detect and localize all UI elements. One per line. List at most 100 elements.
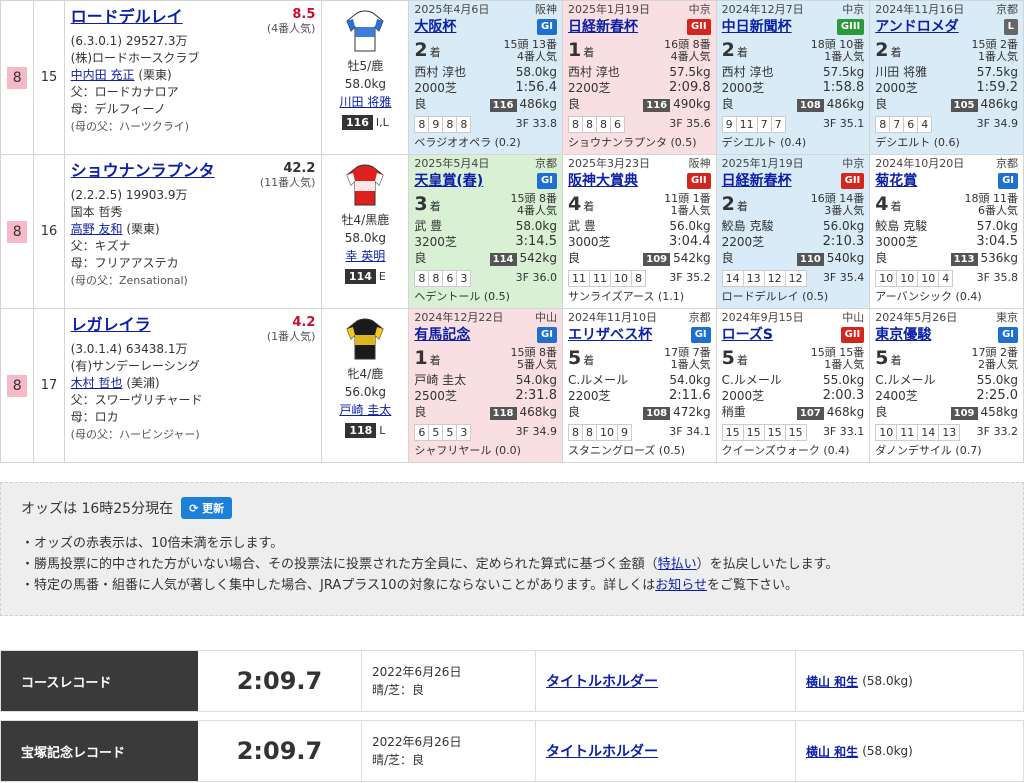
sex-age: 牡5/鹿 [347, 59, 384, 73]
passing-order: 14 [917, 424, 940, 441]
finish-position: 4着 [875, 193, 902, 215]
refresh-button[interactable]: ⟳ 更新 [181, 497, 233, 519]
race-winner: ダノンデサイル (0.7) [875, 444, 982, 457]
race-weight: 58.0kg [515, 65, 557, 79]
last-3f: 3F 34.9 [515, 425, 557, 438]
body-weight: 540kg [826, 251, 865, 265]
race-name-link[interactable]: 菊花賞 [875, 172, 917, 190]
track-condition: 良 [567, 97, 580, 111]
race-date: 2025年4月6日 [414, 3, 490, 16]
jockey-link[interactable]: 幸 英明 [323, 247, 408, 265]
oshirase-link[interactable]: お知らせ [655, 578, 707, 593]
past-race: 2024年12月7日 中京 中日新聞杯 GIII 2着 18頭 10番 1番人気 西… [715, 0, 871, 155]
past-race: 2025年3月23日 阪神 阪神大賞典 GII 4着 11頭 1番 1番人気 武 豊… [561, 154, 717, 309]
sex-age: 牡4/黒鹿 [341, 213, 390, 227]
race-winner: デシエルト (0.4) [721, 136, 807, 149]
tokubarai-link[interactable]: 特払い [658, 557, 697, 572]
carried-weight: 58.0kg [344, 231, 387, 245]
jockey-silk-icon [346, 164, 384, 206]
passing-order: 10 [595, 424, 618, 441]
race-name-link[interactable]: 東京優駿 [875, 326, 931, 344]
race-date: 2024年12月7日 [721, 3, 804, 16]
race-name-link[interactable]: 中日新聞杯 [722, 18, 792, 36]
race-distance: 2500芝 [414, 389, 457, 403]
race-name-link[interactable]: ローズS [722, 326, 773, 344]
race-winner: ヘデントール (0.5) [414, 290, 510, 303]
record-jockey-link[interactable]: 横山 和生 [806, 673, 858, 690]
track-condition: 良 [875, 405, 888, 419]
trainer-link[interactable]: 木村 哲也 [71, 376, 123, 390]
sire: 父：スワーヴリチャード [70, 393, 203, 407]
race-jockey: 鮫島 克駿 [721, 219, 774, 233]
race-weight: 57.5kg [976, 65, 1018, 79]
last-3f: 3F 34.1 [669, 425, 711, 438]
passing-orders: 8 8 10 9 [567, 424, 632, 441]
rating-box: 107 [796, 407, 824, 420]
finish-position: 1着 [567, 39, 595, 61]
record-horse-link[interactable]: タイトルホルダー [546, 741, 658, 761]
passing-order: 14 [721, 270, 744, 287]
passing-order: 8 [456, 116, 472, 133]
grade-badge: L [1003, 19, 1018, 35]
horse-number: 15 [33, 0, 65, 155]
passing-order: 4 [917, 116, 933, 133]
finish-position: 5着 [721, 347, 748, 369]
race-course: 阪神 [688, 157, 711, 170]
race-course: 中山 [842, 311, 865, 324]
race-name-link[interactable]: 日経新春杯 [722, 172, 792, 190]
passing-orders: 15 15 15 15 [721, 424, 807, 441]
finish-position: 1着 [414, 347, 441, 369]
passing-order: 5 [442, 424, 458, 441]
body-weight: 486kg [519, 97, 557, 111]
track-condition: 良 [875, 97, 888, 111]
race-jockey: 武 豊 [414, 219, 443, 233]
jockey-link[interactable]: 戸崎 圭太 [323, 401, 408, 419]
jockey-link[interactable]: 川田 将雅 [323, 93, 408, 111]
body-weight: 542kg [673, 251, 711, 265]
horse-info: ロードデルレイ 8.5 (4番人気) (6.3.0.1) 29527.3万 (株… [63, 0, 323, 155]
record-label: 宝塚記念レコード [1, 721, 198, 781]
race-name-link[interactable]: 天皇賞(春) [414, 172, 483, 190]
record-horse-link[interactable]: タイトルホルダー [546, 671, 658, 691]
race-time: 1:59.2 [976, 80, 1018, 95]
dam: 母：フリアアステカ [70, 256, 179, 270]
race-date: 2025年1月19日 [567, 3, 650, 16]
race-date: 2024年9月15日 [721, 311, 804, 324]
passing-order: 9 [721, 116, 737, 133]
carried-weight: 58.0kg [344, 77, 387, 91]
record-jockey-link[interactable]: 横山 和生 [806, 743, 858, 760]
trainer-link[interactable]: 中内田 充正 [71, 68, 135, 82]
race-winner: スタニングローズ (0.5) [567, 444, 686, 457]
passing-order: 3 [456, 424, 472, 441]
win-odds: 4.2 [292, 315, 316, 330]
passing-order: 10 [875, 424, 898, 441]
past-race: 2024年12月22日 中山 有馬記念 GI 1着 15頭 8番 5番人気 戸崎 圭… [408, 308, 563, 463]
course-record-row: コースレコード 2:09.7 2022年6月26日 晴/芝：良 タイトルホルダー … [0, 650, 1024, 712]
popularity: (1番人気) [266, 330, 316, 343]
track-condition: 良 [875, 251, 888, 265]
field-info: 18頭 11番 6番人気 [964, 192, 1019, 217]
race-distance: 2000芝 [721, 81, 765, 95]
race-name-link[interactable]: 有馬記念 [414, 326, 470, 344]
body-weight: 536kg [980, 251, 1018, 265]
race-name-link[interactable]: アンドロメダ [875, 18, 958, 36]
record-date: 2022年6月26日 晴/芝：良 [362, 651, 536, 711]
last-3f: 3F 33.2 [976, 425, 1018, 438]
trainer-link[interactable]: 高野 友和 [71, 222, 123, 236]
field-info: 18頭 10番 1番人気 [810, 38, 865, 63]
race-time: 2:10.3 [822, 234, 865, 249]
passing-order: 8 [442, 116, 458, 133]
race-course: 京都 [688, 311, 711, 324]
field-info: 16頭 14番 3番人気 [810, 192, 865, 217]
rating-badge: 118 [345, 423, 377, 438]
rating-box: 105 [950, 99, 978, 112]
passing-orders: 8764 [875, 116, 933, 133]
race-weight: 56.0kg [822, 219, 865, 233]
race-name-link[interactable]: 大阪杯 [414, 18, 456, 36]
race-name-link[interactable]: エリザベス杯 [568, 326, 652, 344]
race-date: 2025年5月4日 [414, 157, 490, 170]
passing-order: 8 [567, 424, 583, 441]
race-name-link[interactable]: 阪神大賞典 [568, 172, 638, 190]
race-name-link[interactable]: 日経新春杯 [568, 18, 638, 36]
passing-orders: 14 13 12 12 [721, 270, 807, 287]
